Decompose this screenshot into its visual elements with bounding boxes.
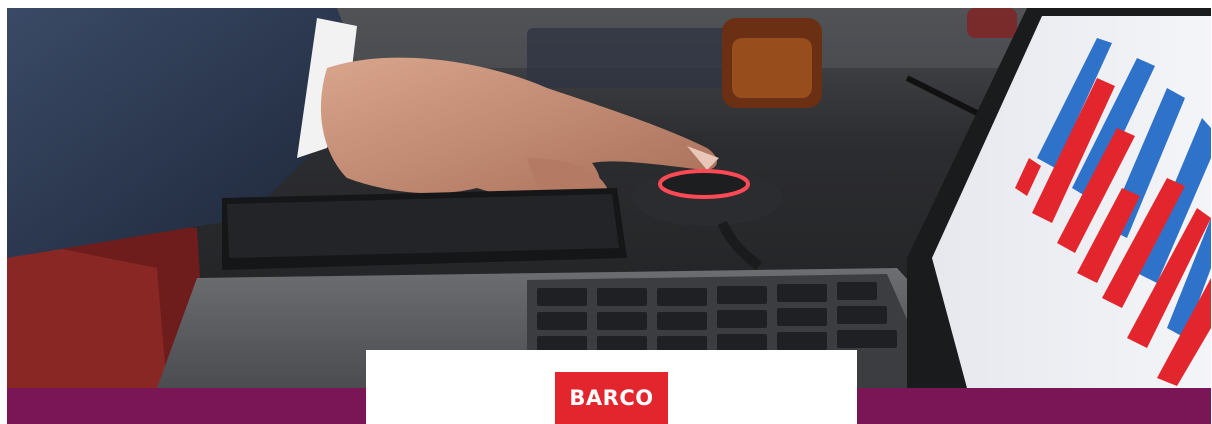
logo-card: BARCO: [366, 350, 857, 424]
photo-scene: [7, 8, 1211, 388]
logo-text: BARCO: [569, 385, 654, 410]
hero-photo: [7, 8, 1211, 388]
tablet-icon: [222, 188, 627, 270]
barco-logo: BARCO: [555, 372, 668, 424]
